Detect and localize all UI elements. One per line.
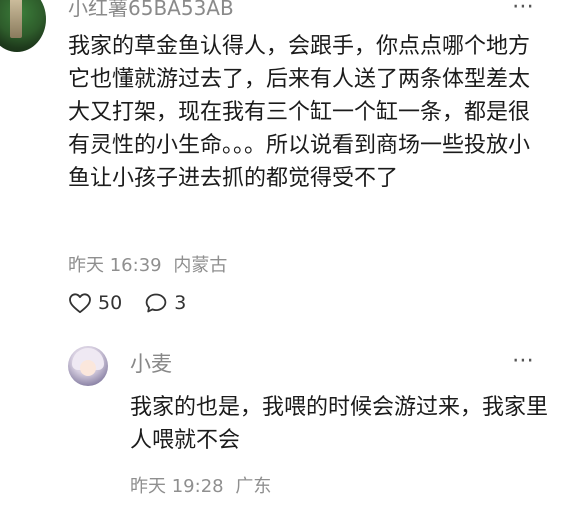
- reply-username[interactable]: 小麦: [130, 348, 172, 378]
- avatar-figure: [10, 0, 22, 38]
- reply-button[interactable]: 3: [144, 292, 186, 314]
- comment-bubble-icon: [145, 293, 167, 313]
- avatar-face: [80, 360, 96, 376]
- more-dots-icon[interactable]: ⋯: [512, 0, 535, 19]
- reply-time: 昨天 19:28: [130, 476, 224, 497]
- comment-thread: 小红薯65BA53AB ⋯ 我家的草金鱼认得人，会跟手，你点点哪个地方它也懂就游…: [0, 0, 566, 511]
- reply-location: 广东: [235, 476, 272, 497]
- comment-location: 内蒙古: [173, 255, 228, 276]
- comment-body: 我家的草金鱼认得人，会跟手，你点点哪个地方它也懂就游过去了，后来有人送了两条体型…: [68, 34, 531, 191]
- comment-actions: 50 3: [68, 289, 186, 317]
- heart-outline-icon: [69, 293, 91, 314]
- reply-avatar[interactable]: [68, 346, 108, 386]
- comment-time: 昨天 16:39: [68, 255, 162, 276]
- more-dots-icon[interactable]: ⋯: [512, 348, 535, 373]
- reply-meta: 昨天 19:28 广东: [130, 472, 271, 498]
- comment-meta: 昨天 16:39 内蒙古: [68, 251, 227, 277]
- avatar[interactable]: [0, 0, 46, 52]
- comment-username[interactable]: 小红薯65BA53AB: [68, 0, 234, 21]
- reply-count: 3: [174, 292, 187, 314]
- like-button[interactable]: 50: [68, 292, 122, 314]
- reply-body: 我家的也是，我喂的时候会游过来，我家里人喂就不会: [130, 395, 549, 453]
- like-count: 50: [98, 292, 123, 314]
